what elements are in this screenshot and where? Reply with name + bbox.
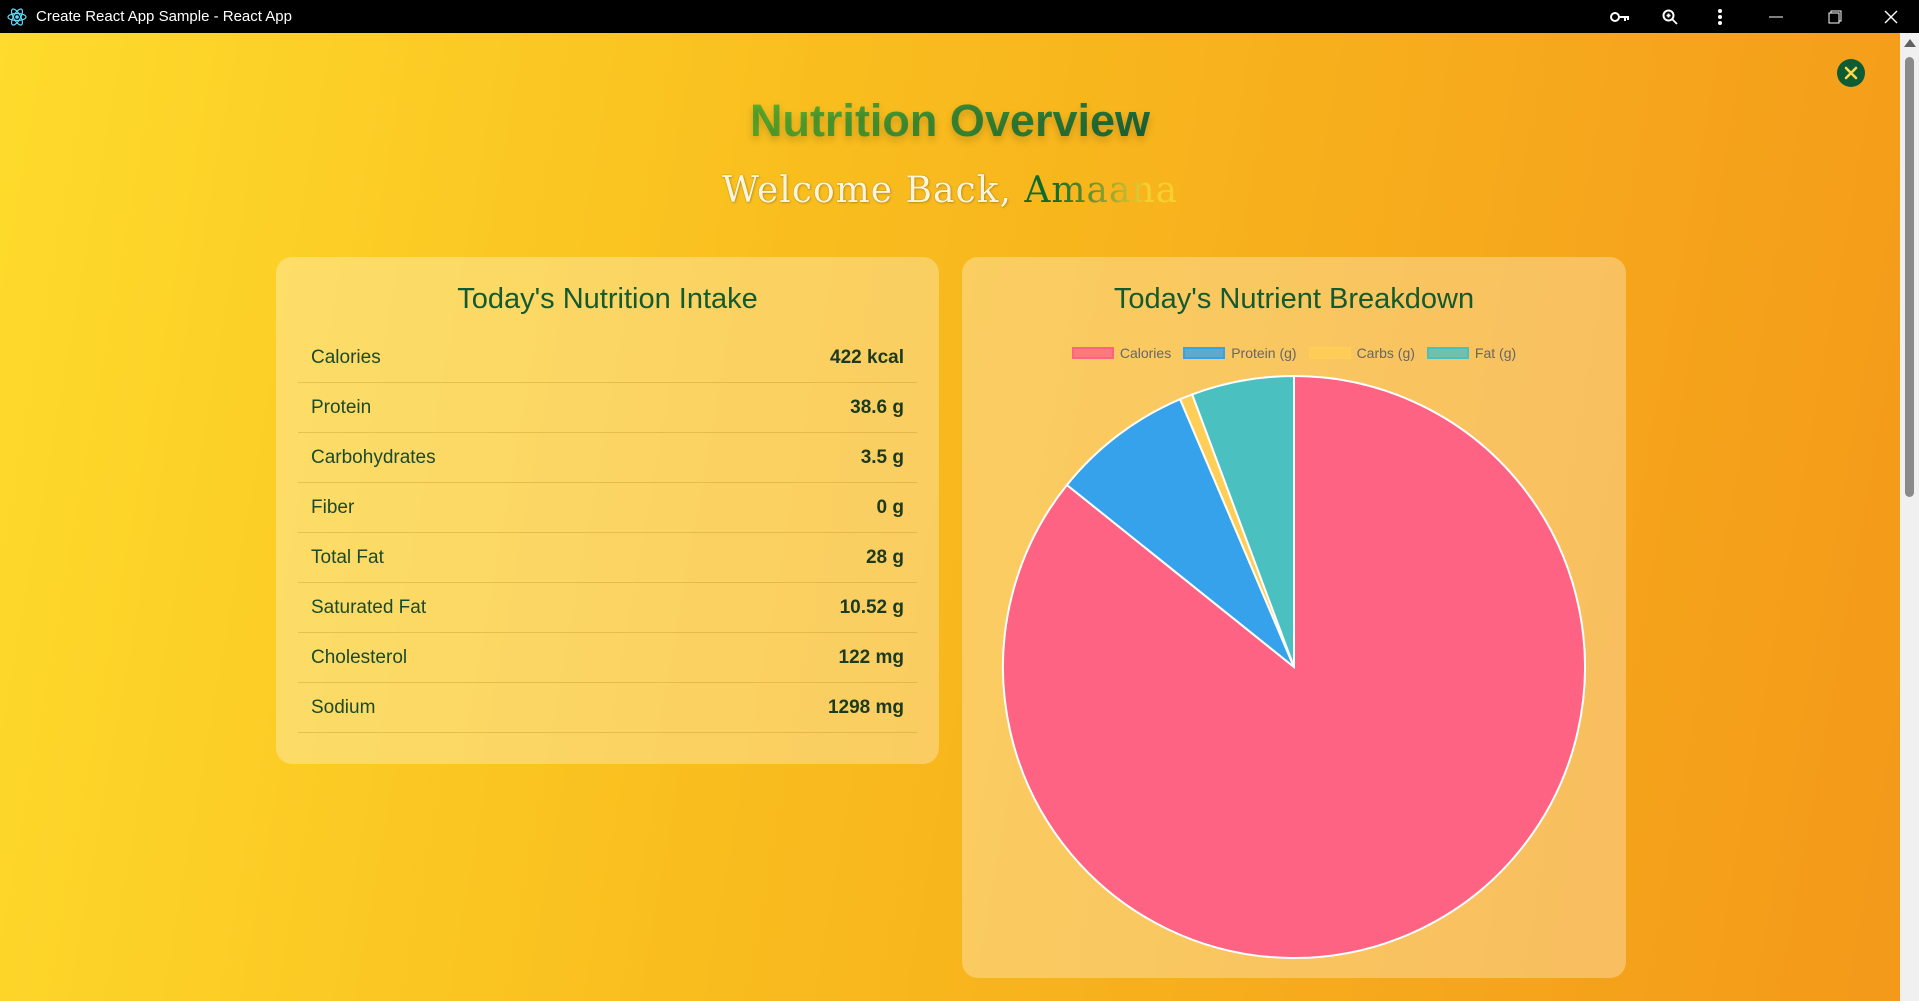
nutrition-intake-card: Today's Nutrition Intake Calories 422 kca… [276,257,939,764]
nutrient-name: Protein [311,396,372,418]
scroll-up-arrow-icon[interactable] [1904,39,1916,47]
legend-swatch [1426,347,1469,359]
nutrition-list: Calories 422 kcal Protein 38.6 g Carbohydr… [298,333,917,733]
legend-item[interactable]: Carbs (g) [1308,345,1415,361]
legend-item[interactable]: Protein (g) [1183,345,1297,361]
nutrient-name: Total Fat [311,546,384,568]
nutrient-name: Carbohydrates [311,446,436,468]
window-titlebar: Create React App Sample - React App [0,0,1919,33]
page-title: Nutrition Overview [749,95,1151,146]
nutrient-value: 1298 mg [827,696,904,718]
pie-chart [1002,374,1586,959]
legend-label: Protein (g) [1231,345,1297,361]
list-item: Carbohydrates 3.5 g [298,433,917,483]
scroll-thumb[interactable] [1905,57,1914,497]
nutrient-name: Calories [311,346,381,368]
nutrient-name: Fiber [311,496,355,518]
legend-label: Fat (g) [1474,345,1517,361]
zoom-icon[interactable] [1645,0,1695,33]
restore-icon[interactable] [1807,0,1863,33]
react-icon [6,6,28,28]
close-circle-icon[interactable] [1837,59,1865,87]
nutrient-value: 38.6 g [850,396,904,418]
list-item: Saturated Fat 10.52 g [298,583,917,633]
key-icon[interactable] [1595,0,1645,33]
legend-item[interactable]: Calories [1071,345,1172,361]
minimize-icon[interactable] [1745,0,1807,33]
list-item: Total Fat 28 g [298,533,917,583]
list-item: Calories 422 kcal [298,333,917,383]
list-item: Cholesterol 122 mg [298,633,917,683]
nutrient-name: Cholesterol [311,646,408,668]
nutrient-value: 422 kcal [830,346,904,368]
user-name: Amaana [1024,170,1179,211]
close-icon[interactable] [1863,0,1919,33]
nutrient-value: 10.52 g [839,596,904,618]
scrollbar[interactable] [1900,33,1919,1001]
welcome-text: Welcome Back, [721,170,1012,211]
nutrient-value: 0 g [876,496,904,518]
legend-item[interactable]: Fat (g) [1426,345,1517,361]
nutrient-breakdown-card: Today's Nutrient Breakdown Calories Prote… [962,257,1626,978]
legend-swatch [1183,347,1226,359]
legend-label: Carbs (g) [1356,345,1415,361]
nutrient-value: 3.5 g [860,446,904,468]
list-item: Protein 38.6 g [298,383,917,433]
window-title: Create React App Sample - React App [36,8,292,25]
welcome-message: Welcome Back, Amaana [0,170,1900,211]
list-item: Fiber 0 g [298,483,917,533]
chart-legend: Calories Protein (g) Carbs (g) Fat (g) [962,345,1626,361]
list-item: Sodium 1298 mg [298,683,917,733]
legend-swatch [1308,347,1351,359]
nutrient-value: 28 g [865,546,904,568]
nutrient-name: Sodium [311,696,376,718]
legend-label: Calories [1119,345,1172,361]
legend-swatch [1071,347,1114,359]
more-icon[interactable] [1695,0,1745,33]
intake-title: Today's Nutrition Intake [457,283,758,315]
nutrient-value: 122 mg [838,646,904,668]
nutrient-name: Saturated Fat [311,596,427,618]
breakdown-title: Today's Nutrient Breakdown [1113,283,1475,315]
